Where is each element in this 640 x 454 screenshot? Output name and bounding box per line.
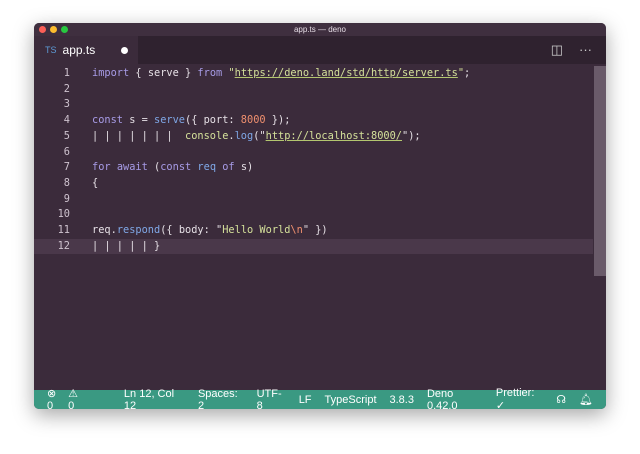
tab-app-ts[interactable]: TS app.ts <box>34 36 138 64</box>
language-mode[interactable]: TypeScript <box>325 394 377 406</box>
line-number: 11 <box>57 224 70 236</box>
line-number: 9 <box>63 192 70 205</box>
ts-version[interactable]: 3.8.3 <box>390 394 414 406</box>
code-line[interactable]: 12 | | | | | } <box>34 238 593 255</box>
code-line[interactable]: 10 <box>34 207 593 223</box>
code-line[interactable]: 8{ <box>34 176 593 192</box>
code-text: const s = serve({ port: 8000 }); <box>92 113 290 129</box>
encoding[interactable]: UTF-8 <box>257 388 286 410</box>
code-token: }); <box>265 114 291 127</box>
minimize-button[interactable] <box>50 26 57 33</box>
prettier-status[interactable]: Prettier: ✓ <box>496 387 543 409</box>
code-line[interactable]: 6 <box>34 145 593 161</box>
line-number: 1 <box>63 67 70 79</box>
code-text: for await (const req of s) <box>92 160 253 176</box>
editor-window: app.ts — deno TS app.ts ◫ ··· 1 import { … <box>34 23 606 409</box>
close-button[interactable] <box>39 26 46 33</box>
code-line[interactable]: 3 <box>34 97 593 113</box>
code-text: | | | | | } <box>92 239 160 255</box>
code-token: import <box>92 67 130 79</box>
code-token: ( <box>147 161 161 174</box>
code-token: http://localhost:8000/ <box>265 129 403 142</box>
code-token: { <box>92 176 99 189</box>
tab-label: app.ts <box>62 43 96 57</box>
code-text: import { serve } from "https://deno.land… <box>92 66 470 82</box>
code-token: { <box>129 67 148 79</box>
line-number: 5 <box>63 129 70 142</box>
title-bar: app.ts — deno <box>34 23 606 36</box>
line-number: 7 <box>63 161 70 174</box>
code-token: } <box>178 67 198 79</box>
split-editor-icon[interactable]: ◫ <box>551 42 563 58</box>
code-token: of <box>222 161 235 174</box>
deno-version[interactable]: Deno 0.42.0 <box>427 388 483 410</box>
indentation[interactable]: Spaces: 2 <box>198 388 244 410</box>
code-token: serve <box>147 67 179 79</box>
window-title: app.ts — deno <box>293 25 347 34</box>
notifications-bell-icon[interactable]: 🔔︎ <box>579 393 593 406</box>
code-token: respond <box>116 224 161 236</box>
line-number: 10 <box>57 208 70 221</box>
code-line[interactable]: 7 for await (const req of s) <box>34 160 593 176</box>
code-token: serve <box>154 114 185 127</box>
code-token: 8000 <box>240 114 266 127</box>
code-token: await <box>116 161 148 174</box>
code-token: "); <box>402 129 421 142</box>
feedback-icon[interactable]: ☊ <box>556 393 566 406</box>
code-token: | | | | | | | <box>92 129 185 142</box>
code-line[interactable]: 9 <box>34 192 593 208</box>
errors-count[interactable]: ⊗ 0 <box>47 387 64 409</box>
code-token: for <box>92 161 111 174</box>
cursor-position[interactable]: Ln 12, Col 12 <box>124 388 185 410</box>
line-number: 6 <box>63 145 70 158</box>
code-token: } <box>154 239 161 252</box>
scrollbar[interactable] <box>594 66 606 276</box>
code-token: https://deno.land/std/http/server.ts <box>234 67 458 79</box>
code-text: { <box>92 176 98 192</box>
code-token: \n <box>290 224 303 236</box>
code-line[interactable]: 2 <box>34 82 593 98</box>
typescript-icon: TS <box>45 45 57 55</box>
tab-bar: TS app.ts ◫ ··· <box>34 36 606 64</box>
code-token: s = <box>123 114 154 127</box>
code-line[interactable]: 4 const s = serve({ port: 8000 }); <box>34 113 593 129</box>
code-token: const <box>92 114 123 127</box>
end-of-line[interactable]: LF <box>299 394 312 406</box>
code-token: ({ port: <box>185 114 241 127</box>
line-number: 4 <box>63 114 70 127</box>
code-token: const <box>160 161 192 174</box>
unsaved-dot-icon[interactable] <box>121 46 128 54</box>
code-token: console <box>185 129 229 142</box>
line-number: 8 <box>63 176 70 189</box>
line-number: 3 <box>63 98 70 111</box>
code-editor[interactable]: 1 import { serve } from "https://deno.lan… <box>34 64 606 390</box>
line-number: 2 <box>63 82 70 95</box>
code-line[interactable]: 5 | | | | | | | console.log("http://local… <box>34 129 593 145</box>
warnings-count[interactable]: ⚠ 0 <box>68 387 86 409</box>
code-text: req.respond({ body: "Hello World\n" }) <box>92 223 328 239</box>
status-bar: ⊗ 0 ⚠ 0 Ln 12, Col 12 Spaces: 2 UTF-8 LF… <box>34 387 606 410</box>
code-token: s) <box>234 161 254 174</box>
more-actions-icon[interactable]: ··· <box>579 42 592 58</box>
code-token: (" <box>253 129 266 142</box>
code-line[interactable]: 1 import { serve } from "https://deno.lan… <box>34 66 593 82</box>
code-token: log <box>234 129 254 142</box>
code-text: | | | | | | | console.log("http://localh… <box>92 129 421 145</box>
maximize-button[interactable] <box>61 26 68 33</box>
code-token: req <box>197 161 217 174</box>
line-number: 12 <box>57 239 70 252</box>
code-token: req. <box>92 224 117 236</box>
code-token: ({ body: " <box>160 224 223 236</box>
code-token: ; <box>464 67 471 79</box>
code-token: " <box>222 67 235 79</box>
code-token: Hello World <box>222 224 291 236</box>
code-token: | | | | | <box>92 239 154 252</box>
code-line[interactable]: 11 req.respond({ body: "Hello World\n" }) <box>34 223 593 239</box>
code-token: from <box>197 67 223 79</box>
code-token: " }) <box>302 224 328 236</box>
